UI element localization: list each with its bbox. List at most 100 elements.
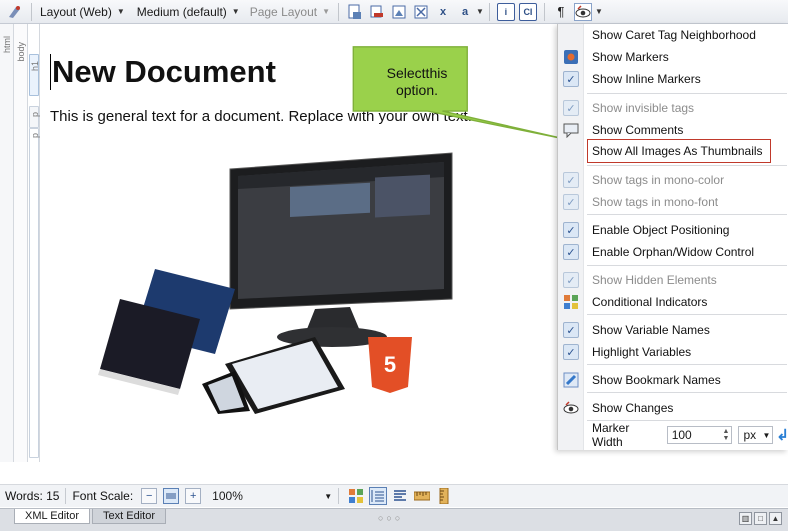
structure-bar-body[interactable]: body [14, 24, 28, 462]
checkbox-icon: ✓ [563, 344, 579, 360]
chevron-down-icon[interactable]: ▼ [476, 7, 484, 16]
menu-item-highlight-variables[interactable]: ✓ Highlight Variables [558, 341, 788, 363]
bookmark-icon [558, 369, 584, 391]
pilcrow-icon[interactable]: ¶ [552, 3, 570, 21]
status-bar: Words: 15 Font Scale: − + 100% ▼ [0, 484, 788, 507]
document-bottom-area [0, 462, 557, 484]
chevron-down-icon: ▼ [116, 7, 125, 16]
apply-arrow-icon[interactable]: ↲ [776, 426, 788, 444]
menu-item-show-caret-tag-neighborhood[interactable]: Show Caret Tag Neighborhood [558, 24, 788, 46]
tag-bracket-p2[interactable]: p [29, 128, 40, 458]
font-scale-increase-button[interactable]: + [185, 488, 202, 504]
menu-separator [587, 265, 787, 266]
tab-text-editor[interactable]: Text Editor [92, 509, 166, 524]
tag-h1-label: h1 [30, 61, 40, 72]
menu-separator [587, 93, 787, 94]
markers-icon [558, 46, 584, 68]
font-scale-decrease-button[interactable]: − [141, 488, 158, 504]
menu-item-label: Conditional Indicators [592, 295, 708, 309]
menu-item-show-all-images-as-thumbnails[interactable]: Show All Images As Thumbnails [587, 139, 771, 163]
checkbox-icon: ✓ [563, 100, 579, 116]
font-scale-reset-button[interactable] [163, 488, 180, 504]
checkmark-icon: ✓ [558, 191, 584, 213]
menu-item-show-markers[interactable]: Show Markers [558, 46, 788, 68]
callout-text: Selectthis option. [386, 65, 448, 98]
menu-item-label: Highlight Variables [592, 345, 692, 359]
layout-dropdown[interactable]: Layout (Web) ▼ [37, 2, 128, 22]
insert-index-glyph: i [504, 6, 508, 17]
html5-badge-graphic: 5 [368, 337, 412, 393]
toolbar-separator [543, 2, 545, 21]
maximize-icon[interactable]: ▲ [769, 512, 782, 525]
menu-item-label: Show Bookmark Names [592, 373, 721, 387]
menu-item-show-hidden-elements[interactable]: ✓ Show Hidden Elements [558, 269, 788, 291]
menu-item-show-comments[interactable]: Show Comments [558, 119, 788, 141]
chevron-down-icon: ▼ [762, 430, 771, 440]
horizontal-ruler-icon[interactable] [413, 487, 431, 505]
clear-formatting-icon[interactable] [412, 3, 430, 21]
restore-icon[interactable]: □ [754, 512, 767, 525]
checkmark-icon: ✓ [558, 219, 584, 241]
menu-item-label: Show Changes [592, 401, 674, 415]
marker-width-value: 100 [671, 428, 692, 442]
toolbar-separator [338, 2, 340, 21]
zoom-select[interactable]: 100% ▼ [212, 488, 332, 504]
menu-separator [587, 364, 787, 365]
document-heading[interactable]: New Document [50, 54, 276, 90]
marker-width-row: Marker Width 100 ▲ ▼ px ▼ ↲ [558, 421, 788, 449]
zoom-value: 100% [212, 489, 243, 503]
track-changes-icon[interactable] [346, 3, 364, 21]
page-layout-dropdown[interactable]: Page Layout ▼ [247, 2, 333, 22]
conditions-grid-icon[interactable] [347, 487, 365, 505]
splitter-grip-icon[interactable]: ○○○ [378, 513, 403, 523]
vertical-ruler-icon[interactable] [435, 487, 453, 505]
checkmark-icon: ✓ [558, 169, 584, 191]
tab-xml-editor-label: XML Editor [25, 510, 80, 522]
menu-item-enable-orphan-widow-control[interactable]: ✓ Enable Orphan/Widow Control [558, 241, 788, 263]
marker-width-input[interactable]: 100 ▲ ▼ [666, 426, 733, 444]
menu-item-show-inline-markers[interactable]: ✓ Show Inline Markers [558, 68, 788, 90]
outline-view-icon[interactable] [369, 487, 388, 505]
split-view-icon[interactable]: ▥ [739, 512, 752, 525]
toolbar-separator [488, 2, 490, 21]
tag-bracket-p1[interactable]: p [29, 106, 40, 128]
format-painter-icon[interactable] [368, 3, 386, 21]
spinner-icon[interactable]: ▲ ▼ [723, 428, 730, 442]
medium-dropdown[interactable]: Medium (default) ▼ [134, 2, 243, 22]
chevron-down-icon: ▼ [324, 491, 333, 501]
tab-xml-editor[interactable]: XML Editor [14, 509, 91, 524]
menu-item-show-changes[interactable]: Show Changes [558, 397, 788, 419]
chevron-down-icon: ▼ [322, 7, 331, 16]
export-excel-glyph: x [439, 5, 447, 18]
menu-item-show-tags-in-mono-color[interactable]: ✓ Show tags in mono-color [558, 169, 788, 191]
structure-bar-html[interactable]: html [0, 24, 14, 462]
export-excel-icon[interactable]: x [434, 3, 452, 21]
show-menu-eye-icon[interactable] [573, 2, 592, 21]
menu-item-enable-object-positioning[interactable]: ✓ Enable Object Positioning [558, 219, 788, 241]
word-count: Words: 15 [5, 489, 60, 503]
chevron-down-icon[interactable]: ▼ [595, 7, 603, 16]
menu-item-show-bookmark-names[interactable]: Show Bookmark Names [558, 369, 788, 391]
devices-illustration[interactable]: 5 [60, 149, 460, 414]
insert-index-icon[interactable]: i [496, 2, 515, 21]
checkmark-icon: ✓ [558, 97, 584, 119]
block-view-icon[interactable] [391, 487, 409, 505]
menu-item-show-invisible-tags[interactable]: ✓ Show invisible tags [558, 97, 788, 119]
menu-item-show-tags-in-mono-font[interactable]: ✓ Show tags in mono-font [558, 191, 788, 213]
menu-item-label: Show Comments [592, 123, 684, 137]
marker-width-unit-value: px [743, 428, 757, 442]
condition-indicator-icon[interactable]: CI [518, 2, 537, 21]
menu-item-label: Show tags in mono-font [592, 195, 719, 209]
condition-indicator-glyph: CI [523, 6, 533, 17]
layout-dropdown-label: Layout (Web) [40, 4, 112, 19]
menu-item-show-variable-names[interactable]: ✓ Show Variable Names [558, 319, 788, 341]
menu-item-conditional-indicators[interactable]: Conditional Indicators [558, 291, 788, 313]
image-properties-icon[interactable] [390, 3, 408, 21]
marker-width-unit-select[interactable]: px ▼ [738, 426, 774, 444]
checkmark-icon: ✓ [558, 319, 584, 341]
quick-toggle-icon[interactable] [6, 3, 24, 21]
editor-tabs: XML Editor Text Editor ○○○ ▥ □ ▲ [0, 508, 788, 531]
font-icon[interactable]: a [456, 3, 474, 21]
marker-width-label: Marker Width [592, 421, 630, 449]
tag-bracket-h1[interactable]: h1 [29, 54, 40, 96]
